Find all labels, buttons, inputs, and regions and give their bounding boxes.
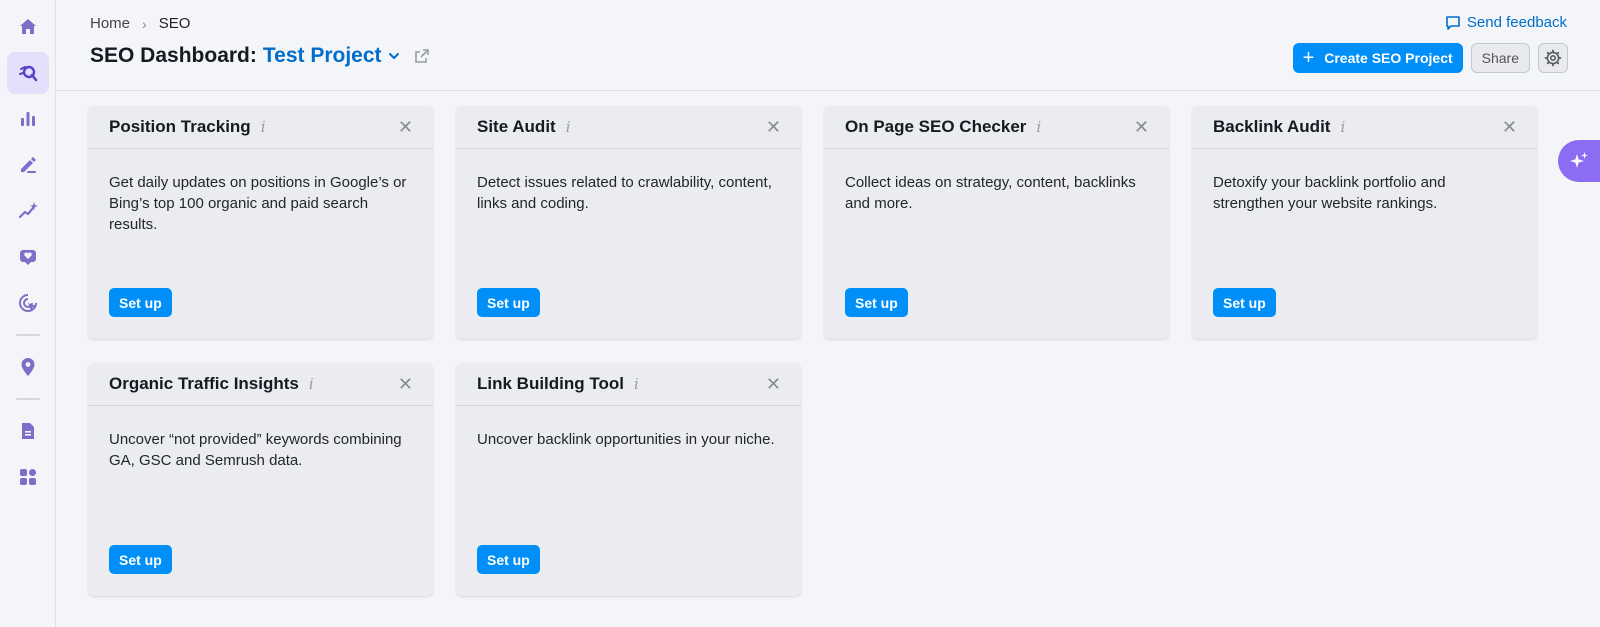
card-title: Backlink Audit — [1213, 117, 1331, 136]
sidebar-item-social[interactable] — [7, 236, 49, 278]
heart-chat-icon — [19, 250, 36, 265]
set-up-button[interactable]: Set up — [109, 545, 172, 574]
sidebar-divider — [15, 334, 40, 336]
card-description: Get daily updates on positions in Google… — [109, 174, 407, 233]
breadcrumb-home[interactable]: Home — [90, 15, 130, 32]
close-icon[interactable]: ✕ — [398, 118, 413, 136]
card-description: Uncover backlink opportunities in your n… — [477, 431, 775, 448]
breadcrumb: Home › SEO — [90, 15, 190, 32]
card-organic-traffic-insights: Organic Traffic Insights i ✕ Uncover “no… — [88, 363, 433, 596]
set-up-button[interactable]: Set up — [109, 288, 172, 317]
card-title: Link Building Tool — [477, 374, 624, 393]
card-title: Organic Traffic Insights — [109, 374, 299, 393]
share-button[interactable]: Share — [1470, 43, 1530, 73]
info-icon[interactable]: i — [1340, 118, 1345, 136]
create-seo-project-label: Create SEO Project — [1324, 50, 1453, 66]
sparkle-trend-icon — [18, 202, 38, 219]
report-document-icon — [21, 423, 34, 439]
set-up-button[interactable]: Set up — [1213, 288, 1276, 317]
set-up-button[interactable]: Set up — [477, 288, 540, 317]
project-selector[interactable]: Test Project — [263, 44, 382, 68]
create-seo-project-button[interactable]: + Create SEO Project — [1292, 43, 1463, 73]
sparkle-icon — [1570, 152, 1588, 168]
send-feedback-link[interactable]: Send feedback — [1445, 14, 1567, 31]
sidebar-item-ai-trends[interactable] — [7, 190, 49, 232]
card-description: Collect ideas on strategy, content, back… — [845, 174, 1136, 212]
close-icon[interactable]: ✕ — [1502, 118, 1517, 136]
home-icon — [19, 19, 36, 34]
apps-grid-icon — [19, 469, 36, 485]
chat-bubble-icon — [1446, 15, 1460, 30]
breadcrumb-current: SEO — [158, 15, 191, 32]
card-description: Uncover “not provided” keywords combinin… — [109, 431, 402, 469]
ai-assistant-button[interactable] — [1558, 140, 1600, 182]
sidebar-item-apps[interactable] — [7, 456, 49, 498]
sidebar-item-local[interactable] — [7, 346, 49, 388]
location-pin-icon — [21, 358, 34, 376]
gear-icon — [1544, 49, 1562, 67]
card-on-page-seo-checker: On Page SEO Checker i ✕ Collect ideas on… — [824, 106, 1169, 339]
info-icon[interactable]: i — [1036, 118, 1041, 136]
close-icon[interactable]: ✕ — [766, 118, 781, 136]
chevron-down-icon[interactable] — [388, 50, 400, 62]
card-title: On Page SEO Checker — [845, 117, 1027, 136]
sidebar-item-reports[interactable] — [7, 410, 49, 452]
info-icon[interactable]: i — [634, 375, 639, 393]
content-pen-icon — [20, 157, 36, 173]
sidebar — [0, 0, 56, 627]
card-header: Backlink Audit i ✕ — [1192, 106, 1537, 149]
card-link-building-tool: Link Building Tool i ✕ Uncover backlink … — [456, 363, 801, 596]
set-up-button[interactable]: Set up — [845, 288, 908, 317]
title-row: SEO Dashboard: Test Project — [90, 44, 430, 68]
cursor-target-icon — [18, 294, 37, 312]
card-header: Organic Traffic Insights i ✕ — [88, 363, 433, 406]
card-title: Site Audit — [477, 117, 556, 136]
sidebar-divider — [15, 398, 40, 400]
card-header: Position Tracking i ✕ — [88, 106, 433, 149]
page-title: SEO Dashboard: — [90, 44, 257, 67]
card-header: On Page SEO Checker i ✕ — [824, 106, 1169, 149]
card-site-audit: Site Audit i ✕ Detect issues related to … — [456, 106, 801, 339]
external-link-icon[interactable] — [414, 48, 430, 64]
sidebar-item-analytics[interactable] — [7, 98, 49, 140]
bar-chart-icon — [20, 112, 35, 126]
close-icon[interactable]: ✕ — [1134, 118, 1149, 136]
sidebar-item-content[interactable] — [7, 144, 49, 186]
seo-icon — [18, 65, 37, 82]
plus-icon: + — [1302, 47, 1315, 69]
card-position-tracking: Position Tracking i ✕ Get daily updates … — [88, 106, 433, 339]
sidebar-item-seo[interactable] — [6, 52, 49, 94]
settings-button[interactable] — [1538, 43, 1568, 73]
info-icon[interactable]: i — [566, 118, 571, 136]
send-feedback-label: Send feedback — [1466, 14, 1567, 31]
close-icon[interactable]: ✕ — [766, 375, 781, 393]
chevron-right-icon: › — [142, 15, 147, 32]
close-icon[interactable]: ✕ — [398, 375, 413, 393]
info-icon[interactable]: i — [309, 375, 314, 393]
sidebar-item-home[interactable] — [7, 6, 49, 48]
sidebar-item-ads[interactable] — [7, 282, 49, 324]
card-backlink-audit: Backlink Audit i ✕ Detoxify your backlin… — [1192, 106, 1537, 339]
card-title: Position Tracking — [109, 117, 251, 136]
set-up-button[interactable]: Set up — [477, 545, 540, 574]
card-description: Detect issues related to crawlability, c… — [477, 174, 772, 212]
card-header: Site Audit i ✕ — [456, 106, 801, 149]
page-header: Home › SEO SEO Dashboard: Test Project S… — [56, 0, 1600, 91]
card-header: Link Building Tool i ✕ — [456, 363, 801, 406]
header-actions: + Create SEO Project Share — [1292, 43, 1568, 73]
info-icon[interactable]: i — [261, 118, 266, 136]
card-description: Detoxify your backlink portfolio and str… — [1213, 174, 1446, 212]
